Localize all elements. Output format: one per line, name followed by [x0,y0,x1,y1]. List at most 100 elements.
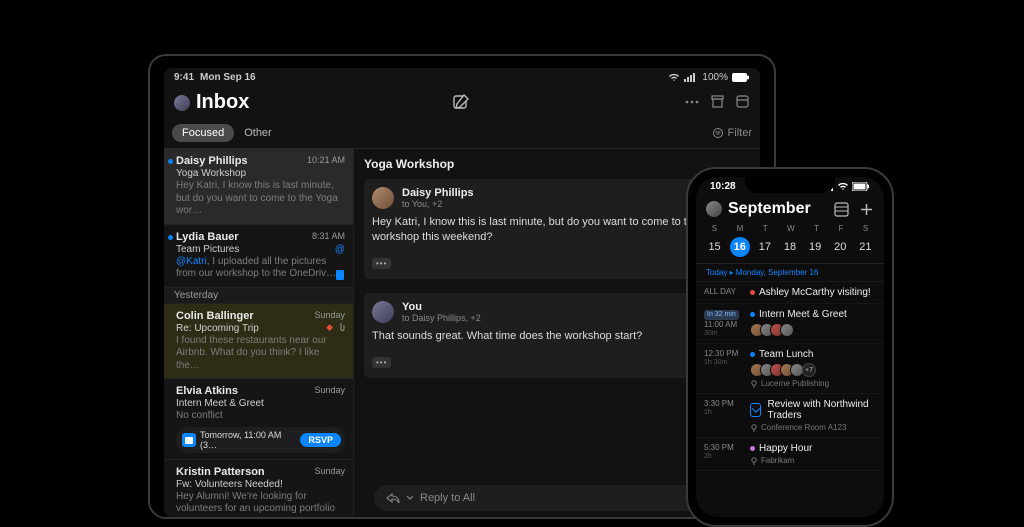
day-cell[interactable]: 17 [755,237,775,257]
calendar-dot [750,312,755,317]
wifi-icon [837,182,849,191]
rsvp-chip: Tomorrow, 11:00 AM (3… RSVP [176,427,345,453]
signal-icon [684,73,698,82]
message-preview: I found these restaurants near our Airbn… [176,335,345,373]
profile-avatar[interactable] [706,201,722,217]
meeting-icon [750,403,761,417]
calendar-dot [750,352,755,357]
attendee-avatars [750,323,876,337]
day-cell[interactable]: 21 [855,237,875,257]
attendee-avatars: +7 [750,363,876,377]
message-item[interactable]: Elvia Atkins Sunday Intern Meet & Greet … [164,379,353,460]
days-row: 15 16 17 18 19 20 21 [696,235,884,264]
reply-icon [386,492,400,504]
location-icon [750,457,758,465]
sender-avatar [372,187,394,209]
recipients: to You, +2 [402,199,474,209]
event-title: Happy Hour [759,443,812,454]
tab-focused[interactable]: Focused [172,124,234,142]
event-item[interactable]: 12:30 PM1h 30m Team Lunch +7 Lucerne Pub… [696,344,884,394]
event-duration: 30m [704,330,744,338]
event-item[interactable]: 5:30 PM2h Happy Hour Fabrikam [696,438,884,471]
phone-notch [745,175,835,193]
more-attendees: +7 [802,363,816,377]
event-title: Ashley McCarthy visiting! [759,287,871,298]
day-cell-today[interactable]: 16 [730,237,750,257]
chevron-down-icon[interactable] [406,495,414,501]
message-preview: @Katri, I uploaded all the pictures from… [176,256,345,281]
tab-other[interactable]: Other [234,124,282,142]
message-time: 8:31 AM [312,231,345,241]
archive-icon[interactable] [710,94,725,110]
thread-title: Yoga Workshop [364,157,750,171]
battery-icon [732,73,750,82]
profile-avatar[interactable] [174,95,190,111]
event-title: Review with Northwind Traders [767,399,876,421]
message-subject: Intern Meet & Greet [176,398,345,409]
flag-icon: ◆ [326,322,333,333]
attach-icon [337,322,345,333]
message-preview: Hey Katri, I know this is last minute, b… [176,180,345,218]
location-icon [750,424,758,432]
event-time: 12:30 PM [704,349,744,359]
filter-button[interactable]: Filter [712,127,752,139]
message-item[interactable]: Daisy Phillips 10:21 AM Yoga Workshop He… [164,149,353,225]
battery-pct: 100% [702,72,728,83]
tablet-screen: 9:41 Mon Sep 16 100% Inbox [164,68,760,517]
message-time: Sunday [314,385,345,395]
event-item[interactable]: 3:30 PM1h Review with Northwind Traders … [696,394,884,438]
day-cell[interactable]: 18 [780,237,800,257]
day-cell[interactable]: 15 [705,237,725,257]
month-title: September [728,200,834,218]
event-time: 11:00 AM [704,320,744,330]
panel-icon[interactable] [735,94,750,110]
message-item[interactable]: Colin Ballinger Sunday Re: Upcoming Trip… [164,304,353,380]
calendar-dot [750,290,755,295]
day-cell[interactable]: 20 [830,237,850,257]
time-until-badge: In 32 min [704,310,739,320]
event-time: ALL DAY [704,287,744,297]
event-duration: 1h [704,409,744,417]
message-item[interactable]: Kristin Patterson Sunday Fw: Volunteers … [164,460,353,518]
calendar-icon [182,433,196,447]
event-time: 3:30 PM [704,399,744,409]
compose-icon[interactable] [452,94,470,112]
message-subject: Re: Upcoming Trip [176,323,259,334]
day-cell[interactable]: 19 [805,237,825,257]
event-time: 5:30 PM [704,443,744,453]
message-subject: Team Pictures [176,244,239,255]
date-subtitle: Today ▸ Monday, September 16 [696,264,884,282]
tablet-status-bar: 9:41 Mon Sep 16 100% [164,68,760,87]
attachment-icon [335,269,345,281]
message-time: Sunday [314,466,345,476]
filter-row: Focused Other Filter [164,120,760,149]
view-icon[interactable] [834,202,849,217]
status-date: Mon Sep 16 [200,72,256,83]
event-location: Fabrikam [761,456,794,465]
event-item[interactable]: In 32 min 11:00 AM 30m Intern Meet & Gre… [696,304,884,344]
unread-dot [168,159,173,164]
battery-icon [852,182,870,191]
recipients: to Daisy Phillips, +2 [402,313,481,323]
message-preview: No conflict [176,410,345,423]
event-item[interactable]: ALL DAY Ashley McCarthy visiting! [696,282,884,304]
phone-device: 10:28 September SMTWTFS 15 16 17 18 19 2… [686,167,894,527]
unread-dot [168,235,173,240]
rsvp-time: Tomorrow, 11:00 AM (3… [200,430,296,450]
add-icon[interactable] [859,202,874,217]
reply-placeholder: Reply to All [420,492,475,504]
sender-name: Daisy Phillips [402,187,474,199]
event-list: ALL DAY Ashley McCarthy visiting! In 32 … [696,282,884,471]
event-duration: 2h [704,453,744,461]
message-time: 10:21 AM [307,155,345,165]
event-location: Lucerne Publishing [761,379,829,388]
message-subject: Fw: Volunteers Needed! [176,479,345,490]
calendar-header: September [696,192,884,222]
phone-screen: 10:28 September SMTWTFS 15 16 17 18 19 2… [696,177,884,517]
message-item[interactable]: Lydia Bauer 8:31 AM Team Pictures @ @Kat… [164,225,353,288]
message-subject: Yoga Workshop [176,168,345,179]
more-icon[interactable] [684,94,700,110]
location-icon [750,380,758,388]
status-time: 10:28 [710,181,736,192]
rsvp-button[interactable]: RSVP [300,433,341,447]
